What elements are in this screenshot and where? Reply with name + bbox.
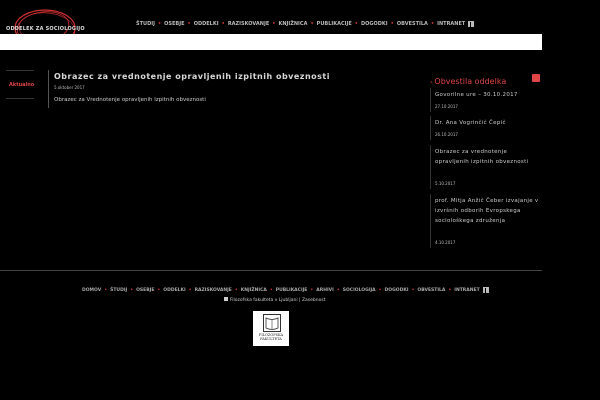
- news-sidebar: › Obvestila oddelka Govorilne ure – 30.10…: [430, 72, 542, 248]
- footer-nav-domov[interactable]: DOMOV: [82, 288, 101, 293]
- news-item-date: 4.10.2017: [435, 240, 456, 245]
- news-heading[interactable]: Obvestila oddelka: [434, 77, 506, 86]
- footer-nav-dogodki[interactable]: DOGODKI: [385, 288, 409, 293]
- copyright-text[interactable]: Filozofska fakulteta v Ljubljani | Zaseb…: [230, 298, 326, 303]
- article-title[interactable]: Obrazec za vrednotenje opravljenih izpit…: [54, 72, 330, 81]
- article-date: 5.oktober 2017: [54, 85, 85, 90]
- footer-nav-oddelki[interactable]: ODDELKI: [163, 288, 185, 293]
- header-banner: [0, 34, 542, 50]
- article-body: Obrazec za Vrednotenje opravljenih izpit…: [54, 97, 206, 103]
- footer-nav-studij[interactable]: ŠTUDIJ: [110, 288, 127, 293]
- news-item-title[interactable]: Obrazec za vrednotenje opravljenih izpit…: [435, 147, 543, 167]
- news-item[interactable]: Govorilne ure – 30.10.2017 27.10.2017: [430, 88, 543, 112]
- tab-aktualno-label: Aktualno: [9, 82, 35, 88]
- rss-icon[interactable]: [532, 74, 540, 82]
- news-item-date: 5.10.2017: [435, 181, 456, 186]
- footer-nav-publikacije[interactable]: PUBLIKACIJE: [276, 288, 308, 293]
- news-item-title[interactable]: Dr. Ana Vogrinčič Čepič: [435, 118, 506, 128]
- faculty-logo-text: FILOZOFSKA FAKULTETA: [258, 333, 284, 341]
- footer-copyright: Filozofska fakulteta v Ljubljani | Zaseb…: [224, 297, 326, 303]
- logo-text: ODDELEK ZA SOCIOLOGIJO: [6, 26, 85, 32]
- footer-nav-osebje[interactable]: OSEBJE: [136, 288, 154, 293]
- nav-raziskovanje[interactable]: RAZISKOVANJE: [228, 21, 269, 27]
- arrow-icon: ›: [430, 78, 433, 86]
- news-header: › Obvestila oddelka: [430, 72, 542, 86]
- faculty-emblem-icon: [263, 314, 281, 332]
- footer-nav-obvestila[interactable]: OBVESTILA: [417, 288, 445, 293]
- news-item-date: 26.10.2017: [435, 132, 458, 137]
- news-item-date: 27.10.2017: [435, 104, 458, 109]
- nav-intranet[interactable]: INTRANET: [437, 21, 465, 27]
- footer-nav-knjiznica[interactable]: KNJIŽNICA: [241, 288, 267, 293]
- footer-nav-intranet[interactable]: INTRANET: [454, 288, 479, 293]
- facebook-icon[interactable]: [482, 287, 489, 293]
- nav-oddelki[interactable]: ODDELKI: [194, 21, 219, 27]
- footer-nav-arhivi[interactable]: ARHIVI: [316, 288, 334, 293]
- news-item[interactable]: Obrazec za vrednotenje opravljenih izpit…: [430, 145, 543, 189]
- copyright-bullet-icon: [224, 297, 228, 301]
- facebook-icon[interactable]: [468, 21, 475, 27]
- news-item[interactable]: Dr. Ana Vogrinčič Čepič 26.10.2017: [430, 116, 543, 140]
- nav-studij[interactable]: ŠTUDIJ: [136, 21, 155, 27]
- nav-knjiznica[interactable]: KNJIŽNICA: [278, 21, 307, 27]
- news-item-title[interactable]: Govorilne ure – 30.10.2017: [435, 90, 518, 100]
- news-item[interactable]: prof. Mitja Anžič Čeber izvajanje v izvr…: [430, 194, 543, 248]
- article: Obrazec za vrednotenje opravljenih izpit…: [48, 70, 339, 108]
- nav-obvestila[interactable]: OBVESTILA: [397, 21, 428, 27]
- nav-osebje[interactable]: OSEBJE: [164, 21, 184, 27]
- news-item-title[interactable]: prof. Mitja Anžič Čeber izvajanje v izvr…: [435, 196, 543, 226]
- footer-nav-raziskovanje[interactable]: RAZISKOVANJE: [195, 288, 232, 293]
- footer-divider: [0, 270, 542, 271]
- faculty-logo[interactable]: FILOZOFSKA FAKULTETA: [253, 311, 289, 346]
- footer-nav-sociologija[interactable]: SOCIOLOGIJA: [343, 288, 376, 293]
- footer-navigation: DOMOV • ŠTUDIJ • OSEBJE • ODDELKI • RAZISKOV…: [82, 287, 489, 293]
- nav-publikacije[interactable]: PUBLIKACIJE: [317, 21, 352, 27]
- main-navigation: ŠTUDIJ • OSEBJE • ODDELKI • RAZISKOVANJE • K…: [136, 21, 475, 27]
- tab-aktualno[interactable]: Aktualno: [6, 70, 34, 99]
- nav-dogodki[interactable]: DOGODKI: [361, 21, 388, 27]
